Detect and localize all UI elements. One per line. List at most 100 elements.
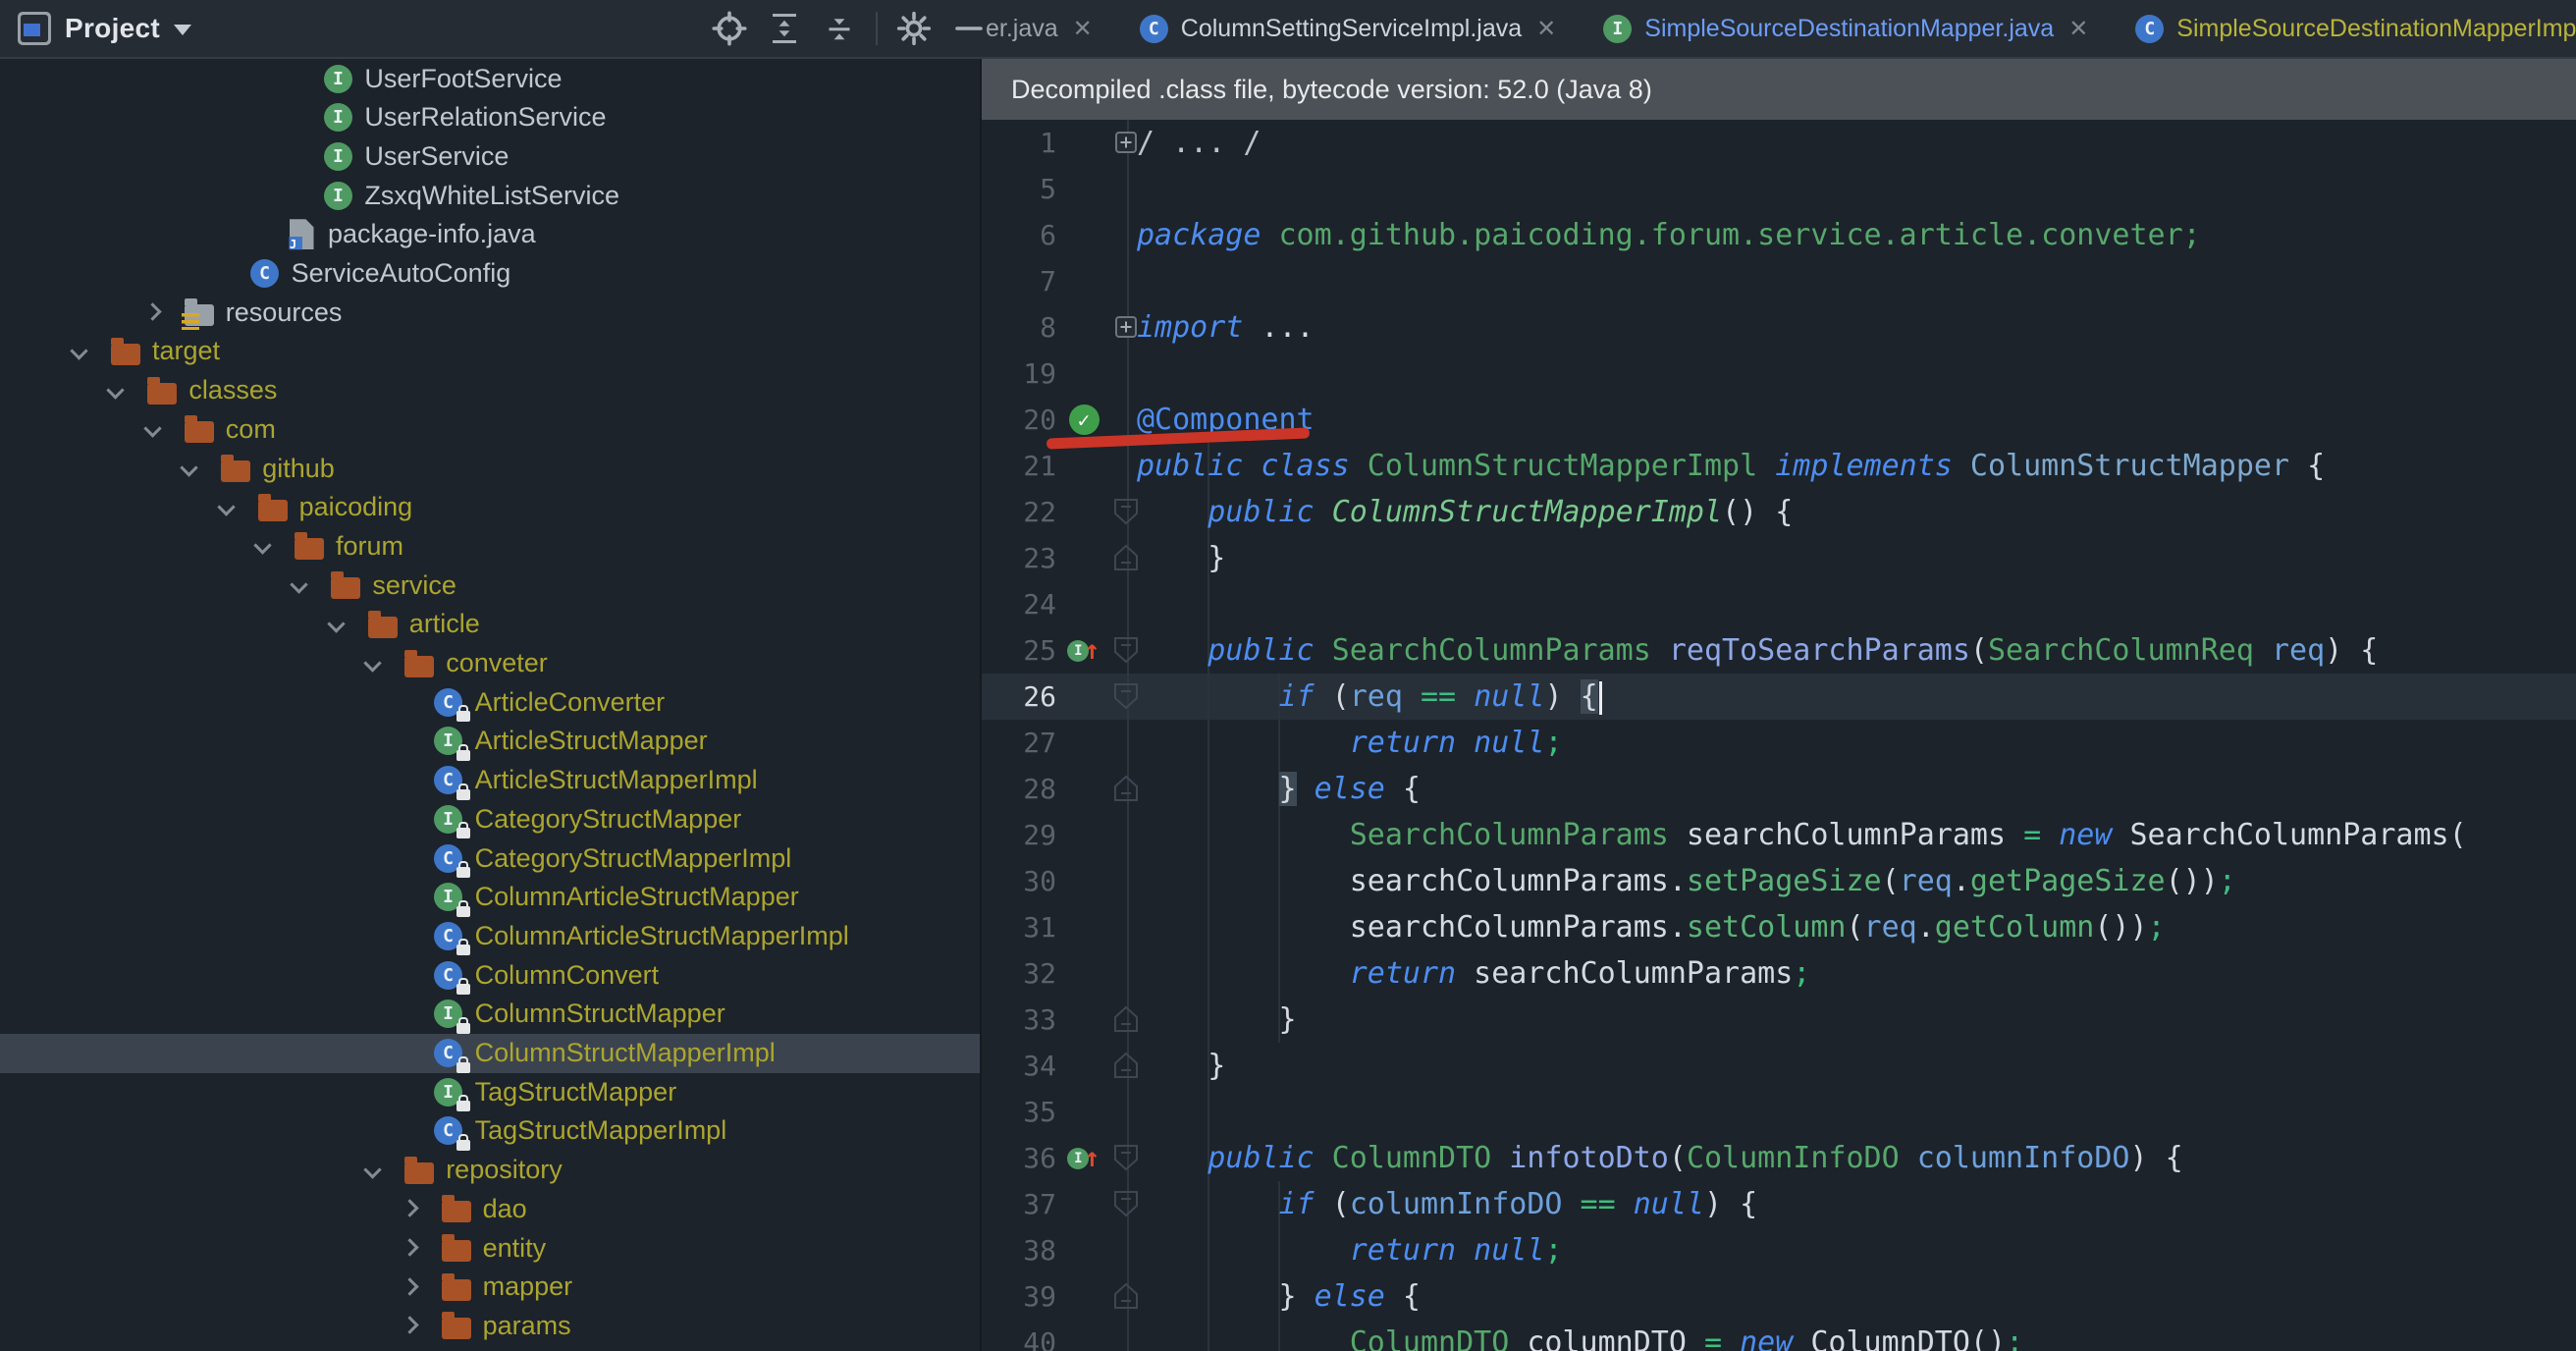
code-line-34[interactable]: 34 } [982,1043,2576,1089]
chevron-right-icon[interactable] [401,1277,418,1295]
line-number[interactable]: 37 [982,1181,1056,1227]
line-number[interactable]: 31 [982,904,1056,950]
chevron-down-icon[interactable] [327,615,345,632]
code-line-25[interactable]: 25I↑ public SearchColumnParams reqToSear… [982,627,2576,674]
line-number[interactable]: 1 [982,120,1056,166]
tree-item-TagStructMapperImpl[interactable]: CTagStructMapperImpl [0,1111,980,1151]
line-number[interactable]: 5 [982,166,1056,212]
close-icon[interactable]: ✕ [2068,15,2088,43]
code-line-26[interactable]: 26 if (req == null) { [982,674,2576,720]
tree-item-TagStructMapper[interactable]: ITagStructMapper [0,1072,980,1111]
chevron-right-icon[interactable] [143,302,161,320]
line-number[interactable]: 40 [982,1320,1056,1351]
tree-item-article[interactable]: article [0,605,980,644]
line-number[interactable]: 30 [982,858,1056,904]
line-number[interactable]: 27 [982,720,1056,766]
tree-item-ZsxqWhiteListService[interactable]: IZsxqWhiteListService [0,176,980,215]
line-number[interactable]: 21 [982,443,1056,489]
tree-item-ArticleStructMapper[interactable]: IArticleStructMapper [0,722,980,761]
tree-item-ColumnArticleStructMapperImpl[interactable]: CColumnArticleStructMapperImpl [0,916,980,955]
tree-item-UserFootService[interactable]: IUserFootService [0,59,980,98]
line-number[interactable]: 28 [982,766,1056,812]
code-line-7[interactable]: 7 [982,258,2576,304]
code-line-19[interactable]: 19 [982,351,2576,397]
chevron-down-icon[interactable] [180,459,197,476]
project-tool-window-switcher[interactable]: Project [18,0,191,57]
tree-item-ArticleConverter[interactable]: CArticleConverter [0,682,980,722]
code-line-24[interactable]: 24 [982,581,2576,627]
tree-item-ColumnArticleStructMapper[interactable]: IColumnArticleStructMapper [0,878,980,917]
line-number[interactable]: 23 [982,535,1056,581]
expand-all-icon[interactable] [762,6,807,51]
code-line-21[interactable]: 21public class ColumnStructMapperImpl im… [982,443,2576,489]
code-area[interactable]: 1/ ... /56package com.github.paicoding.f… [982,120,2576,1351]
line-number[interactable]: 33 [982,997,1056,1043]
chevron-down-icon[interactable] [217,498,235,515]
line-number[interactable]: 29 [982,812,1056,858]
line-number[interactable]: 38 [982,1227,1056,1273]
code-line-5[interactable]: 5 [982,166,2576,212]
tree-item-resources[interactable]: resources [0,293,980,332]
line-number[interactable]: 25 [982,627,1056,674]
code-line-22[interactable]: 22 public ColumnStructMapperImpl() { [982,489,2576,535]
code-line-40[interactable]: 40 ColumnDTO columnDTO = new ColumnDTO()… [982,1320,2576,1351]
tree-item-ArticleStructMapperImpl[interactable]: CArticleStructMapperImpl [0,761,980,800]
code-line-29[interactable]: 29 SearchColumnParams searchColumnParams… [982,812,2576,858]
line-number[interactable]: 22 [982,489,1056,535]
tree-item-CategoryStructMapper[interactable]: ICategoryStructMapper [0,799,980,838]
tree-item-UserService[interactable]: IUserService [0,136,980,176]
tree-item-target[interactable]: target [0,332,980,371]
tree-item-paicoding[interactable]: paicoding [0,488,980,527]
chevron-right-icon[interactable] [401,1317,418,1334]
tree-item-forum[interactable]: forum [0,526,980,566]
panel-divider[interactable] [980,57,982,1351]
code-line-33[interactable]: 33 } [982,997,2576,1043]
tree-item-ColumnStructMapper[interactable]: IColumnStructMapper [0,995,980,1034]
close-icon[interactable]: ✕ [1536,15,1556,43]
code-line-6[interactable]: 6package com.github.paicoding.forum.serv… [982,212,2576,258]
line-number[interactable]: 35 [982,1089,1056,1135]
chevron-down-icon[interactable] [363,654,381,672]
editor-tab-3[interactable]: ISimpleSourceDestinationMapper.java✕ [1580,0,2112,57]
code-line-28[interactable]: 28 } else { [982,766,2576,812]
tree-item-CategoryStructMapperImpl[interactable]: CCategoryStructMapperImpl [0,838,980,878]
line-number[interactable]: 36 [982,1135,1056,1181]
editor-tab-2[interactable]: CColumnSettingServiceImpl.java✕ [1116,0,1581,57]
code-line-27[interactable]: 27 return null; [982,720,2576,766]
tree-item-params[interactable]: params [0,1306,980,1345]
chevron-down-icon[interactable] [107,381,125,399]
line-number[interactable]: 8 [982,304,1056,351]
code-line-30[interactable]: 30 searchColumnParams.setPageSize(req.ge… [982,858,2576,904]
tree-item-ColumnConvert[interactable]: CColumnConvert [0,955,980,995]
tree-item-ServiceAutoConfig[interactable]: CServiceAutoConfig [0,254,980,294]
tree-item-service[interactable]: service [0,566,980,605]
editor-tab-4[interactable]: CSimpleSourceDestinationMapperImpl.class… [2112,0,2576,57]
tree-item-ColumnStructMapperImpl[interactable]: CColumnStructMapperImpl [0,1034,980,1073]
code-line-39[interactable]: 39 } else { [982,1273,2576,1320]
line-number[interactable]: 20 [982,397,1056,443]
chevron-down-icon[interactable] [253,537,271,555]
tree-item-entity[interactable]: entity [0,1228,980,1268]
implement-method-icon[interactable]: I↑ [1056,1135,1111,1181]
tree-item-github[interactable]: github [0,449,980,488]
code-line-36[interactable]: 36I↑ public ColumnDTO infotoDto(ColumnIn… [982,1135,2576,1181]
line-number[interactable]: 19 [982,351,1056,397]
code-line-23[interactable]: 23 } [982,535,2576,581]
line-number[interactable]: 6 [982,212,1056,258]
code-line-37[interactable]: 37 if (columnInfoDO == null) { [982,1181,2576,1227]
chevron-right-icon[interactable] [401,1200,418,1217]
collapse-all-icon[interactable] [817,6,862,51]
tree-item-mapper[interactable]: mapper [0,1268,980,1307]
line-number[interactable]: 34 [982,1043,1056,1089]
chevron-down-icon[interactable] [291,575,308,593]
line-number[interactable]: 32 [982,950,1056,997]
chevron-down-icon[interactable] [363,1161,381,1178]
code-line-32[interactable]: 32 return searchColumnParams; [982,950,2576,997]
locate-icon[interactable] [707,6,752,51]
close-icon[interactable]: ✕ [1073,15,1093,43]
line-number[interactable]: 39 [982,1273,1056,1320]
line-number[interactable]: 7 [982,258,1056,304]
line-number[interactable]: 26 [982,674,1056,720]
chevron-right-icon[interactable] [401,1238,418,1256]
tree-item-dao[interactable]: dao [0,1189,980,1228]
